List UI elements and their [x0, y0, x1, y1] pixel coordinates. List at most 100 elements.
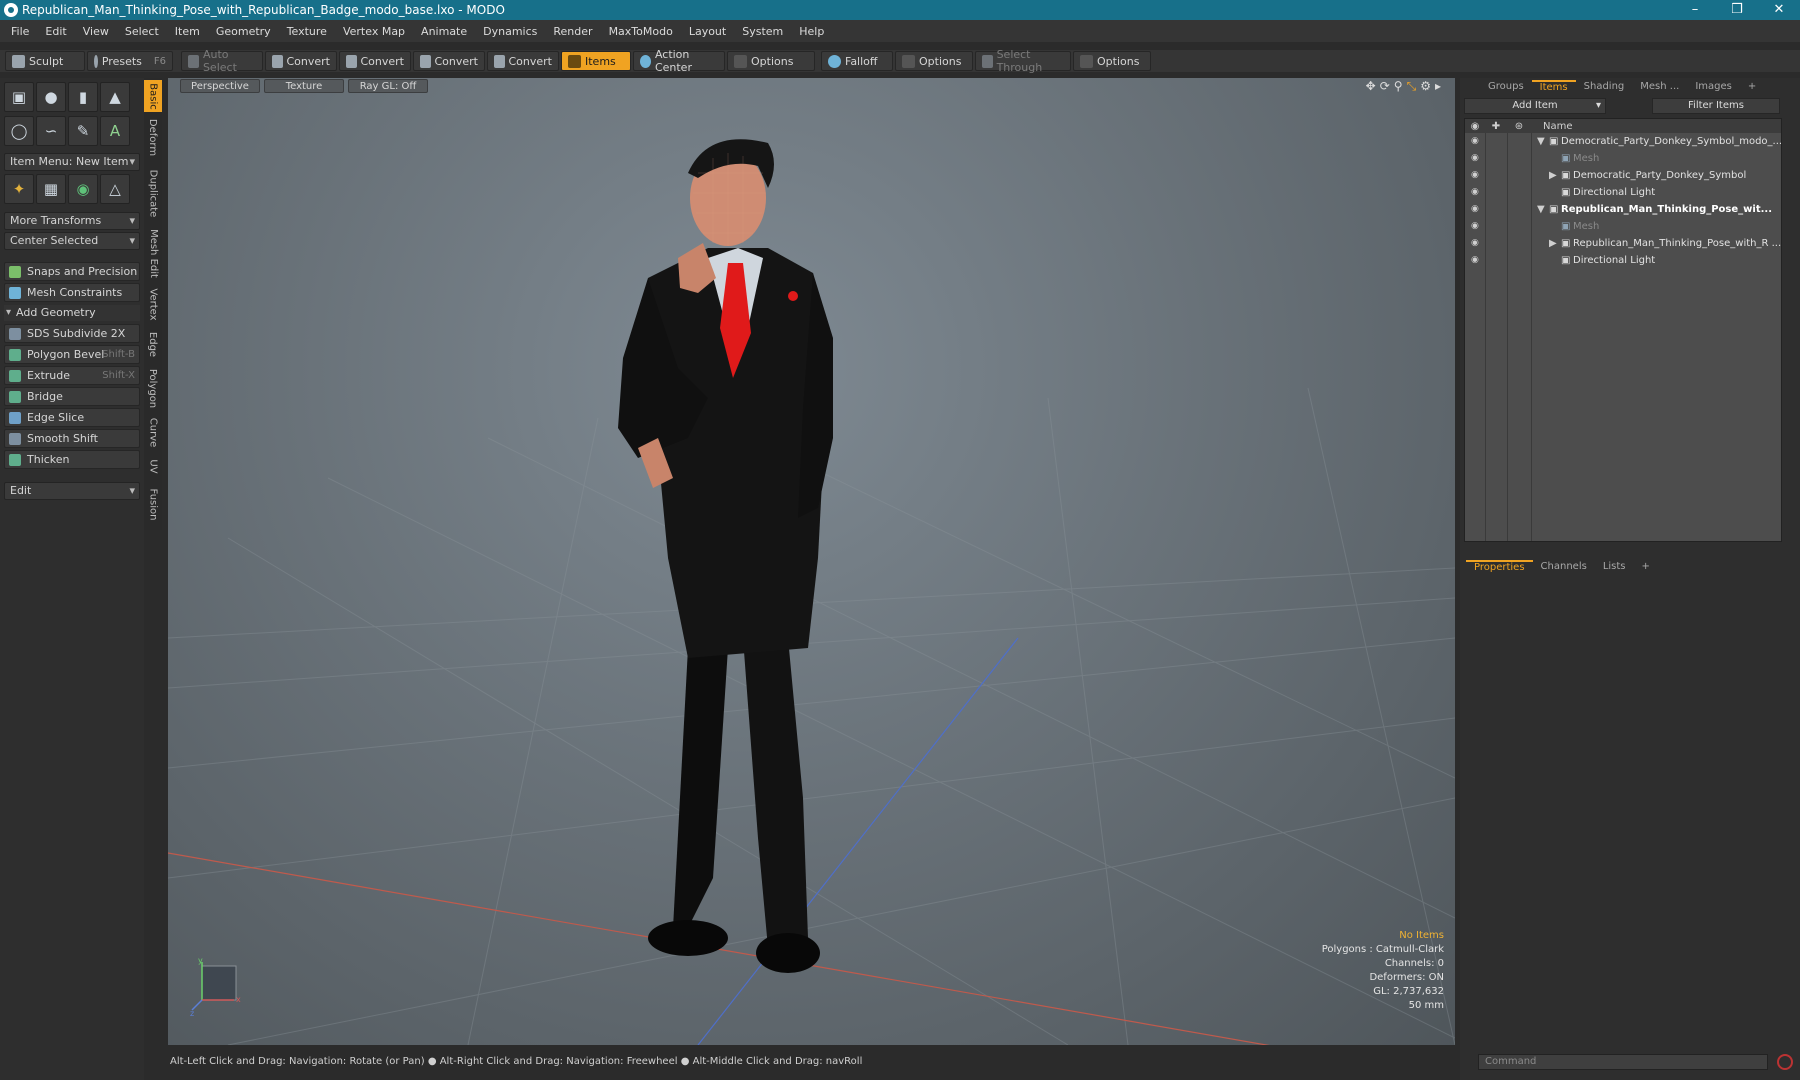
tab-fusion[interactable]: Fusion — [144, 482, 162, 526]
convert-polygons-button[interactable]: Convert — [413, 51, 485, 71]
tab-curve[interactable]: Curve — [144, 414, 162, 450]
tab-shading[interactable]: Shading — [1576, 81, 1633, 92]
tab-edge[interactable]: Edge — [144, 326, 162, 362]
expand-arrow-icon[interactable]: ▶ — [1549, 167, 1557, 184]
auto-select-button[interactable]: Auto Select — [181, 48, 263, 74]
item-menu-dropdown[interactable]: Item Menu: New Item — [4, 153, 140, 171]
tab-items[interactable]: Items — [1531, 79, 1576, 93]
menu-select[interactable]: Select — [117, 25, 167, 38]
menu-item[interactable]: Item — [167, 25, 208, 38]
expand-arrow-icon[interactable]: ▼ — [1537, 201, 1545, 218]
character-model[interactable] — [168, 78, 1455, 1045]
menu-texture[interactable]: Texture — [279, 25, 335, 38]
name-column-header[interactable]: Name — [1543, 121, 1573, 132]
menu-help[interactable]: Help — [791, 25, 832, 38]
sphere-icon[interactable]: ● — [36, 82, 66, 112]
tab-lists[interactable]: Lists — [1595, 561, 1634, 572]
raygl-toggle-button[interactable]: Ray GL: Off — [348, 79, 428, 93]
tab-deform[interactable]: Deform — [144, 114, 162, 160]
convert-edges-button[interactable]: Convert — [339, 51, 411, 71]
tab-polygon[interactable]: Polygon — [144, 364, 162, 412]
fit-icon[interactable]: ⤡ — [1407, 79, 1417, 94]
select-through-options-button[interactable]: Options — [1073, 51, 1151, 71]
expand-arrow-icon[interactable]: ▼ — [1537, 133, 1545, 150]
torus-icon[interactable]: ◯ — [4, 116, 34, 146]
tree-row[interactable]: ◉ ▼ ▣ Republican_Man_Thinking_Pose_wit... — [1465, 201, 1781, 218]
menu-vertex-map[interactable]: Vertex Map — [335, 25, 413, 38]
tube-icon[interactable]: ∽ — [36, 116, 66, 146]
tab-duplicate[interactable]: Duplicate — [144, 164, 162, 222]
visibility-eye-icon[interactable]: ◉ — [1471, 201, 1479, 218]
tree-row[interactable]: ◉ ▼ ▣ Democratic_Party_Donkey_Symbol_modo_.… — [1465, 133, 1781, 150]
action-center-options-button[interactable]: Options — [727, 51, 815, 71]
more-transforms-dropdown[interactable]: More Transforms — [4, 212, 140, 230]
expand-arrow-icon[interactable]: ▶ — [1549, 235, 1557, 252]
maximize-button[interactable]: ❒ — [1716, 0, 1758, 20]
render-column-icon[interactable]: ⊛ — [1507, 121, 1531, 132]
visibility-eye-icon[interactable]: ◉ — [1471, 167, 1479, 184]
visibility-eye-icon[interactable]: ◉ — [1471, 252, 1479, 269]
edge-slice-button[interactable]: Edge Slice — [4, 408, 140, 427]
expand-arrow-icon[interactable]: ▸ — [1435, 79, 1441, 94]
add-geometry-section[interactable]: Add Geometry — [4, 305, 140, 321]
add-tab-icon[interactable]: + — [1740, 81, 1764, 92]
smooth-shift-button[interactable]: Smooth Shift — [4, 429, 140, 448]
menu-view[interactable]: View — [75, 25, 117, 38]
add-tab-icon[interactable]: + — [1634, 561, 1658, 572]
tab-vertex[interactable]: Vertex — [144, 284, 162, 324]
rotate-icon[interactable]: ⟳ — [1380, 79, 1390, 94]
menu-system[interactable]: System — [734, 25, 791, 38]
tab-channels[interactable]: Channels — [1533, 561, 1595, 572]
tab-mesh[interactable]: Mesh ... — [1632, 81, 1687, 92]
visibility-eye-icon[interactable]: ◉ — [1471, 235, 1479, 252]
tab-groups[interactable]: Groups — [1480, 81, 1532, 92]
presets-button[interactable]: Presets F6 — [87, 51, 173, 71]
menu-edit[interactable]: Edit — [37, 25, 74, 38]
texture-shading-button[interactable]: Texture — [264, 79, 344, 93]
menu-geometry[interactable]: Geometry — [208, 25, 279, 38]
menu-animate[interactable]: Animate — [413, 25, 475, 38]
polygon-bevel-button[interactable]: Polygon Bevel Shift-B — [4, 345, 140, 364]
perspective-view-button[interactable]: Perspective — [180, 79, 260, 93]
sds-subdivide-button[interactable]: SDS Subdivide 2X — [4, 324, 140, 343]
tree-row[interactable]: ◉ ▣ Mesh — [1465, 218, 1781, 235]
menu-maxtomodo[interactable]: MaxToModo — [601, 25, 681, 38]
convert-vertices-button[interactable]: Convert — [265, 51, 337, 71]
zoom-icon[interactable]: ⚲ — [1394, 79, 1403, 94]
tab-mesh-edit[interactable]: Mesh Edit — [144, 224, 162, 282]
minimize-button[interactable]: – — [1674, 0, 1716, 20]
thicken-button[interactable]: Thicken — [4, 450, 140, 469]
text-icon[interactable]: A — [100, 116, 130, 146]
snaps-precision-button[interactable]: Snaps and Precision — [4, 262, 140, 281]
command-history-icon[interactable] — [1777, 1054, 1793, 1070]
tree-row[interactable]: ◉ ▣ Mesh — [1465, 150, 1781, 167]
visibility-eye-icon[interactable]: ◉ — [1471, 133, 1479, 150]
pen-icon[interactable]: ✎ — [68, 116, 98, 146]
pan-icon[interactable]: ✥ — [1366, 79, 1376, 94]
cube-icon[interactable]: ▣ — [4, 82, 34, 112]
visibility-column-icon[interactable]: ◉ — [1465, 121, 1485, 132]
cone-icon[interactable]: ▲ — [100, 82, 130, 112]
add-item-dropdown[interactable]: Add Item — [1464, 98, 1606, 114]
menu-layout[interactable]: Layout — [681, 25, 734, 38]
edit-dropdown[interactable]: Edit — [4, 482, 140, 500]
tree-row[interactable]: ◉ ▶ ▣ Democratic_Party_Donkey_Symbol — [1465, 167, 1781, 184]
close-button[interactable]: ✕ — [1758, 0, 1800, 20]
tree-row[interactable]: ◉ ▶ ▣ Republican_Man_Thinking_Pose_with_R .… — [1465, 235, 1781, 252]
visibility-eye-icon[interactable]: ◉ — [1471, 150, 1479, 167]
3d-viewport[interactable]: Perspective Texture Ray GL: Off ✥ ⟳ ⚲ ⤡ … — [168, 78, 1455, 1045]
grid-icon[interactable]: ▦ — [36, 174, 66, 204]
filter-items-input[interactable]: Filter Items — [1652, 98, 1780, 114]
tree-row[interactable]: ◉ ▣ Directional Light — [1465, 184, 1781, 201]
pyramid-icon[interactable]: △ — [100, 174, 130, 204]
falloff-button[interactable]: Falloff — [821, 51, 893, 71]
globe-icon[interactable]: ◉ — [68, 174, 98, 204]
tab-basic[interactable]: Basic — [144, 80, 162, 112]
tab-uv[interactable]: UV — [144, 452, 162, 480]
center-selected-dropdown[interactable]: Center Selected — [4, 232, 140, 250]
falloff-options-button[interactable]: Options — [895, 51, 973, 71]
sculpt-button[interactable]: Sculpt — [5, 51, 85, 71]
convert-materials-button[interactable]: Convert — [487, 51, 559, 71]
menu-file[interactable]: File — [3, 25, 37, 38]
tab-properties[interactable]: Properties — [1466, 559, 1533, 573]
